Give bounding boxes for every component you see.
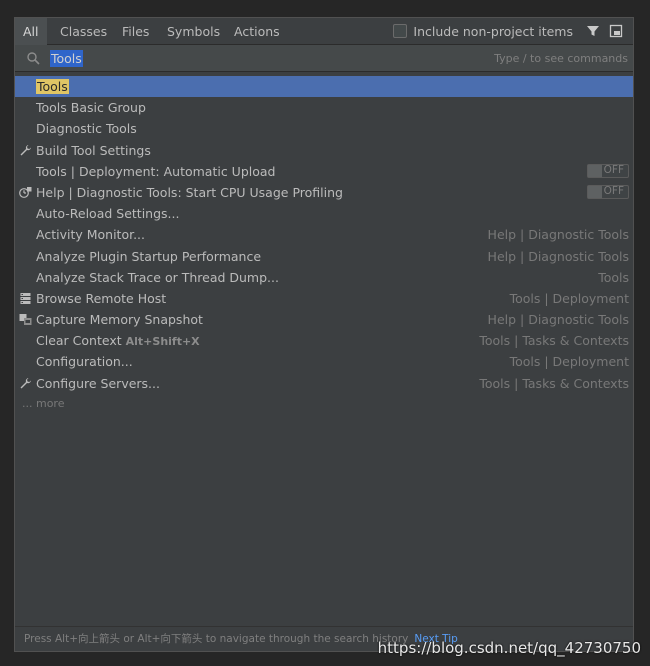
result-shortcut: Alt+Shift+X	[125, 335, 200, 349]
result-item-capture-memory-snapshot[interactable]: Capture Memory Snapshot Help | Diagnosti…	[15, 309, 633, 330]
toggle-knob	[588, 185, 602, 198]
result-item-clear-context[interactable]: Clear Context Alt+Shift+X Tools | Tasks &…	[15, 330, 633, 351]
result-item-configuration[interactable]: Configuration... Tools | Deployment	[15, 351, 633, 372]
result-item-cpu-usage-profiling[interactable]: Help | Diagnostic Tools: Start CPU Usage…	[15, 182, 633, 203]
result-item-configure-servers[interactable]: Configure Servers... Tools | Tasks & Con…	[15, 373, 633, 394]
tab-all[interactable]: All	[15, 18, 47, 45]
result-item-tools-basic-group[interactable]: Tools Basic Group	[15, 97, 633, 118]
tab-files[interactable]: Files	[114, 18, 157, 45]
wrench-icon	[20, 377, 31, 389]
result-location: Help | Diagnostic Tools	[487, 248, 629, 264]
result-location: Tools | Deployment	[509, 354, 629, 370]
results-list: Tools Tools Basic Group Diagnostic Tools…	[15, 76, 633, 414]
tab-bar: All Classes Files Symbols Actions Includ…	[15, 18, 633, 45]
result-item-tools[interactable]: Tools	[15, 76, 633, 98]
cpu-profiler-icon	[19, 186, 32, 198]
result-label: Configure Servers...	[36, 375, 160, 391]
result-item-analyze-plugin-startup[interactable]: Analyze Plugin Startup Performance Help …	[15, 246, 633, 267]
result-item-analyze-stack-trace[interactable]: Analyze Stack Trace or Thread Dump... To…	[15, 267, 633, 288]
include-non-project-label: Include non-project items	[413, 24, 573, 39]
result-location: Tools | Tasks & Contexts	[479, 375, 629, 391]
filter-icon[interactable]	[586, 24, 600, 38]
result-label: Capture Memory Snapshot	[36, 312, 203, 328]
toggle-knob	[588, 164, 602, 177]
preview-icon[interactable]	[609, 24, 623, 38]
tab-actions[interactable]: Actions	[226, 18, 288, 45]
match-highlight: Tools	[36, 79, 69, 94]
result-item-build-tool-settings[interactable]: Build Tool Settings	[15, 140, 633, 161]
result-label: Activity Monitor...	[36, 227, 146, 243]
toggle-state: OFF	[603, 163, 624, 176]
tab-classes[interactable]: Classes	[52, 18, 115, 45]
result-label: Clear Context Alt+Shift+X	[36, 330, 200, 352]
result-item-browse-remote-host[interactable]: Browse Remote Host Tools | Deployment	[15, 288, 633, 309]
search-icon	[27, 52, 40, 65]
memory-snapshot-icon	[19, 314, 32, 326]
search-everywhere-popup: All Classes Files Symbols Actions Includ…	[14, 17, 634, 652]
search-row: Tools Type / to see commands	[15, 45, 633, 72]
include-non-project-checkbox[interactable]	[393, 24, 408, 38]
result-item-automatic-upload[interactable]: Tools | Deployment: Automatic Upload OFF	[15, 161, 633, 182]
result-label: Tools Basic Group	[36, 100, 146, 116]
result-label: Tools	[36, 76, 69, 97]
result-label: Analyze Plugin Startup Performance	[36, 248, 262, 264]
result-item-auto-reload-settings[interactable]: Auto-Reload Settings...	[15, 203, 633, 224]
search-input[interactable]: Tools	[50, 50, 83, 67]
result-label: Build Tool Settings	[36, 142, 151, 158]
result-item-activity-monitor[interactable]: Activity Monitor... Help | Diagnostic To…	[15, 224, 633, 245]
server-icon	[20, 292, 31, 304]
result-label: Browse Remote Host	[36, 290, 167, 306]
automatic-upload-toggle[interactable]: OFF	[587, 163, 629, 178]
watermark: https://blog.csdn.net/qq_42730750	[377, 639, 641, 657]
tab-symbols[interactable]: Symbols	[159, 18, 228, 45]
wrench-icon	[20, 144, 31, 156]
result-label: Help | Diagnostic Tools: Start CPU Usage…	[36, 184, 343, 200]
result-location: Tools | Deployment	[509, 290, 629, 306]
result-label: Configuration...	[36, 354, 133, 370]
result-label: Tools | Deployment: Automatic Upload	[36, 163, 276, 179]
footer-tip-text: Press Alt+向上箭头 or Alt+向下箭头 to navigate t…	[24, 633, 409, 645]
include-non-project-toggle[interactable]: Include non-project items	[393, 18, 573, 45]
result-label: Analyze Stack Trace or Thread Dump...	[36, 269, 279, 285]
result-location: Tools	[598, 269, 629, 285]
more-link[interactable]: ... more	[15, 394, 633, 414]
result-item-diagnostic-tools[interactable]: Diagnostic Tools	[15, 118, 633, 139]
toggle-state: OFF	[603, 184, 624, 197]
result-location: Help | Diagnostic Tools	[487, 227, 629, 243]
result-label: Diagnostic Tools	[36, 121, 137, 137]
result-label-text: Clear Context	[36, 333, 122, 349]
result-location: Help | Diagnostic Tools	[487, 312, 629, 328]
search-hint: Type / to see commands	[494, 52, 628, 65]
result-label: Auto-Reload Settings...	[36, 206, 180, 222]
cpu-profiling-toggle[interactable]: OFF	[587, 184, 629, 199]
result-location: Tools | Tasks & Contexts	[479, 333, 629, 349]
